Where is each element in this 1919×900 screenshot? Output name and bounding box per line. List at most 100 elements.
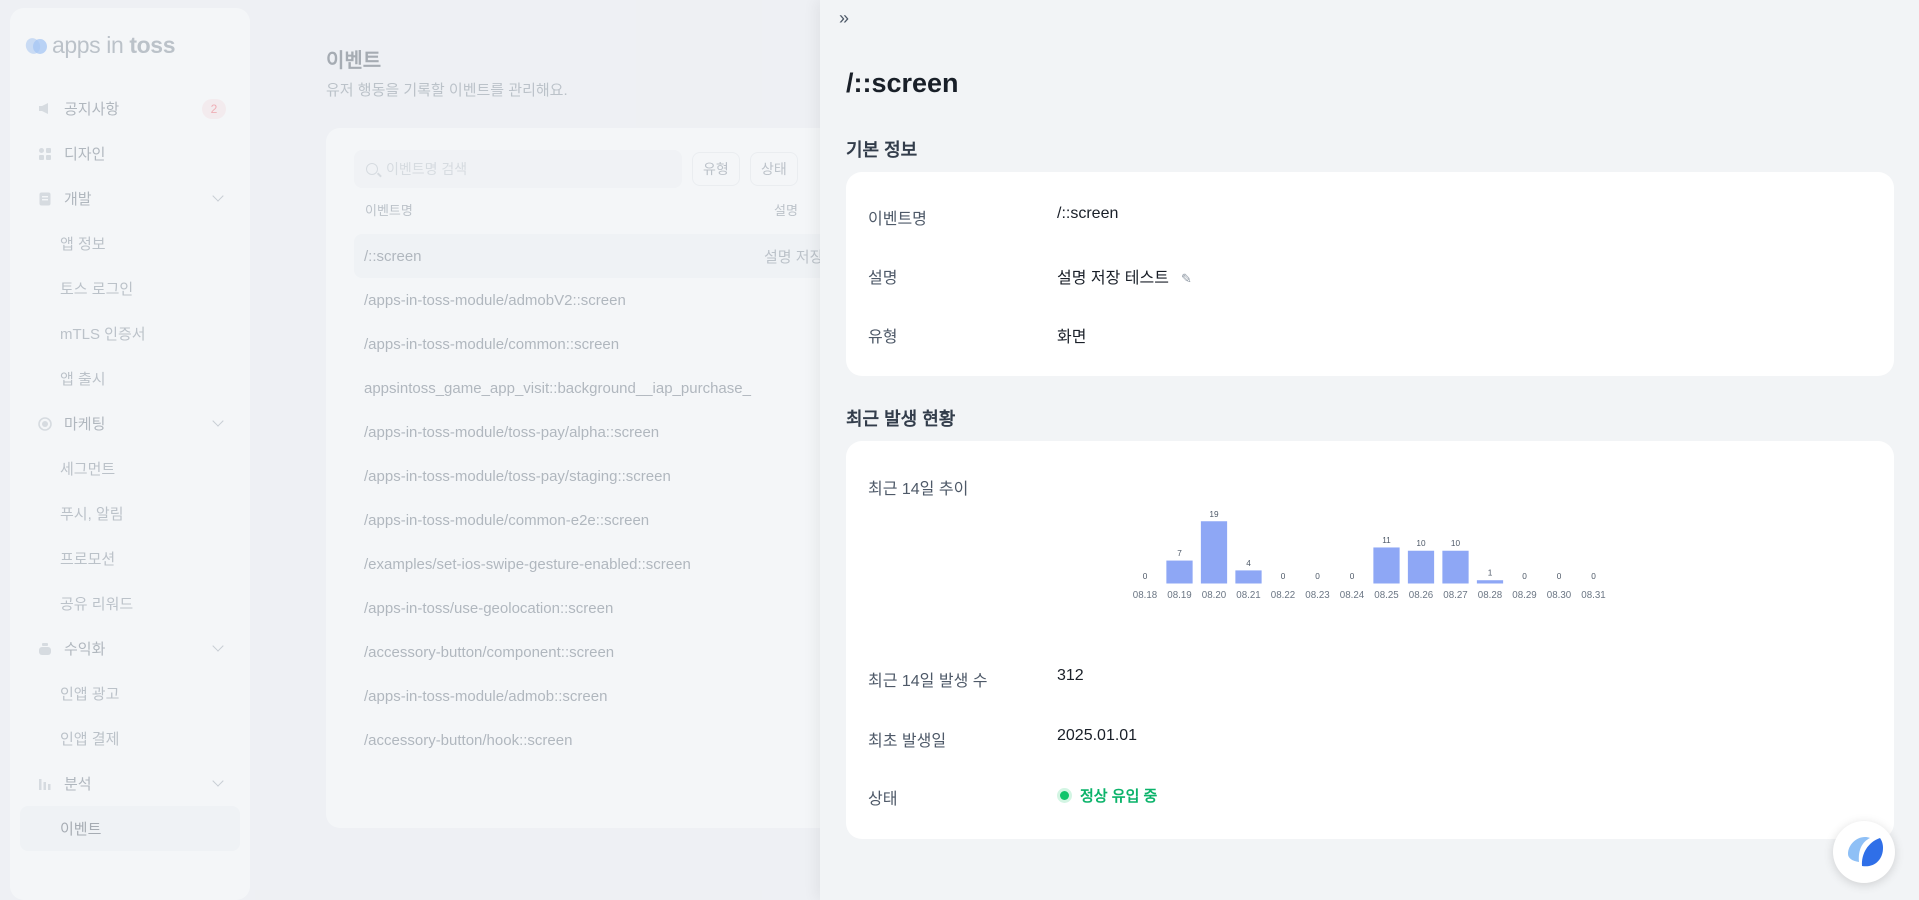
sidebar-item-segment[interactable]: 세그먼트	[20, 446, 240, 491]
chart-value-label: 10	[1416, 539, 1426, 548]
event-name: /apps-in-toss-module/common::screen	[364, 335, 620, 353]
chart-value-label: 0	[1591, 572, 1596, 581]
chart-value-label: 0	[1281, 572, 1286, 581]
chart-value-label: 0	[1315, 572, 1320, 581]
sidebar-item-app-release[interactable]: 앱 출시	[20, 356, 240, 401]
bar-chart-icon	[38, 777, 52, 791]
sidebar-item-label: 분석	[64, 776, 92, 793]
event-name: /accessory-button/component::screen	[364, 643, 615, 661]
toss-logo-icon	[26, 36, 48, 56]
event-name: /apps-in-toss-module/toss-pay/alpha::scr…	[364, 423, 660, 441]
chart-category-label: 08.30	[1547, 590, 1572, 601]
chart-value-label: 0	[1350, 572, 1355, 581]
toss-logo-icon	[1848, 837, 1883, 867]
search-placeholder: 이벤트명 검색	[386, 161, 468, 177]
recent-status-title: 최근 발생 현황	[846, 409, 956, 429]
chart-category-label: 08.20	[1202, 590, 1227, 601]
status-filter-button[interactable]: 상태	[750, 152, 798, 186]
event-name: /::screen	[364, 247, 422, 265]
drawer-title: /::screen	[846, 68, 959, 98]
pencil-icon[interactable]: ✎	[1181, 271, 1192, 287]
sidebar-item-dev[interactable]: 개발	[20, 176, 240, 221]
sidebar-item-label: 공지사항	[64, 101, 120, 118]
page-subtitle: 유저 행동을 기록할 이벤트를 관리해요.	[326, 82, 568, 99]
sidebar-item-notice[interactable]: 공지사항 2	[20, 86, 240, 131]
sidebar-item-design[interactable]: 디자인	[20, 131, 240, 176]
sidebar-item-label: 디자인	[64, 146, 106, 163]
collapse-drawer-icon[interactable]: »	[832, 8, 856, 28]
sidebar-item-share-reward[interactable]: 공유 리워드	[20, 581, 240, 626]
logo-toss: toss	[129, 32, 176, 58]
chart-bar-08.26[interactable]	[1407, 550, 1435, 584]
chart-category-label: 08.26	[1409, 590, 1433, 601]
sidebar: apps in toss 공지사항 2 디자인 개발 앱 정보 토스 로그인 m…	[10, 8, 250, 900]
chart-category-label: 08.18	[1133, 590, 1157, 601]
event-name: /apps-in-toss-module/admobV2::screen	[364, 291, 626, 309]
notice-count-badge: 2	[202, 99, 226, 119]
chart-category-label: 08.19	[1167, 590, 1191, 601]
status-dot-icon	[1057, 788, 1072, 803]
chevron-down-icon	[212, 775, 224, 787]
sidebar-item-marketing[interactable]: 마케팅	[20, 401, 240, 446]
sidebar-item-app-info[interactable]: 앱 정보	[20, 221, 240, 266]
sidebar-nav: 공지사항 2 디자인 개발 앱 정보 토스 로그인 mTLS 인증서 앱 출시 …	[20, 86, 240, 851]
status-label: 상태	[868, 791, 898, 808]
chart-bar-08.20[interactable]	[1200, 521, 1228, 584]
chart-value-label: 0	[1557, 572, 1562, 581]
money-bag-icon	[38, 642, 52, 656]
chart-value-label: 7	[1177, 549, 1182, 558]
event-name: /apps-in-toss-module/toss-pay/staging::s…	[364, 467, 671, 485]
column-header-desc: 설명	[774, 203, 798, 218]
chevron-down-icon	[212, 415, 224, 427]
sidebar-item-mtls[interactable]: mTLS 인증서	[20, 311, 240, 356]
chart-category-label: 08.28	[1478, 590, 1502, 601]
sidebar-item-push[interactable]: 푸시, 알림	[20, 491, 240, 536]
event-name: /apps-in-toss/use-geolocation::screen	[364, 599, 614, 617]
basic-info-title: 기본 정보	[846, 140, 918, 160]
chart-value-label: 1	[1488, 569, 1493, 578]
sidebar-item-label: 마케팅	[64, 416, 106, 433]
event-desc: 설명 저장	[764, 248, 824, 266]
sidebar-item-analytics[interactable]: 분석	[20, 761, 240, 806]
apps-in-toss-logo[interactable]: apps in toss	[26, 32, 175, 59]
chart-value-label: 4	[1246, 559, 1251, 568]
chart-bar-08.25[interactable]	[1373, 547, 1400, 584]
event-name: appsintoss_game_app_visit::background__i…	[364, 379, 751, 397]
sidebar-item-events[interactable]: 이벤트	[20, 806, 240, 851]
chart-bar-08.21[interactable]	[1235, 570, 1262, 584]
search-input[interactable]: 이벤트명 검색	[354, 150, 682, 188]
sidebar-item-inapp-ads[interactable]: 인앱 광고	[20, 671, 240, 716]
sidebar-item-promotion[interactable]: 프로모션	[20, 536, 240, 581]
chevron-down-icon	[212, 190, 224, 202]
trend-bar-chart: 0 08.18 7 08.19 19 08.20 4 08.21 0 08.22 0 08.23 0 08…	[1133, 510, 1606, 601]
grid-icon	[38, 147, 52, 161]
count-label: 최근 14일 발생 수	[868, 673, 988, 690]
sidebar-item-inapp-payment[interactable]: 인앱 결제	[20, 716, 240, 761]
chart-bar-08.28[interactable]	[1476, 580, 1504, 584]
chart-category-label: 08.27	[1443, 590, 1467, 601]
chart-value-label: 0	[1522, 572, 1527, 581]
trend-label: 최근 14일 추이	[868, 481, 969, 498]
count-value: 312	[1057, 667, 1084, 684]
event-name: /apps-in-toss-module/common-e2e::screen	[364, 511, 650, 529]
chart-category-label: 08.23	[1305, 590, 1329, 601]
target-icon	[38, 416, 52, 431]
page-title: 이벤트	[326, 50, 382, 72]
chart-category-label: 08.22	[1271, 590, 1295, 601]
chart-value-label: 10	[1451, 539, 1461, 548]
chart-bar-08.27[interactable]	[1442, 550, 1469, 584]
chart-category-label: 08.29	[1512, 590, 1536, 601]
event-name: /apps-in-toss-module/admob::screen	[364, 687, 608, 705]
chart-bar-08.19[interactable]	[1166, 560, 1193, 584]
description-value: 설명 저장 테스트	[1057, 270, 1169, 287]
event-name: /accessory-button/hook::screen	[364, 731, 573, 749]
help-chat-button[interactable]	[1833, 821, 1895, 883]
status-value: 정상 유입 중	[1080, 788, 1158, 805]
basic-info-card: 이벤트명 /::screen 설명 설명 저장 테스트 ✎ 유형 화면	[846, 172, 1894, 376]
sidebar-item-monetize[interactable]: 수익화	[20, 626, 240, 671]
megaphone-icon	[38, 102, 52, 116]
event-name-value: /::screen	[1057, 205, 1119, 222]
event-list-card: 이벤트명 검색 유형 상태 이벤트명 설명 /::screen 설명 저장 /ap…	[326, 128, 906, 828]
sidebar-item-toss-login[interactable]: 토스 로그인	[20, 266, 240, 311]
type-filter-button[interactable]: 유형	[692, 152, 740, 186]
